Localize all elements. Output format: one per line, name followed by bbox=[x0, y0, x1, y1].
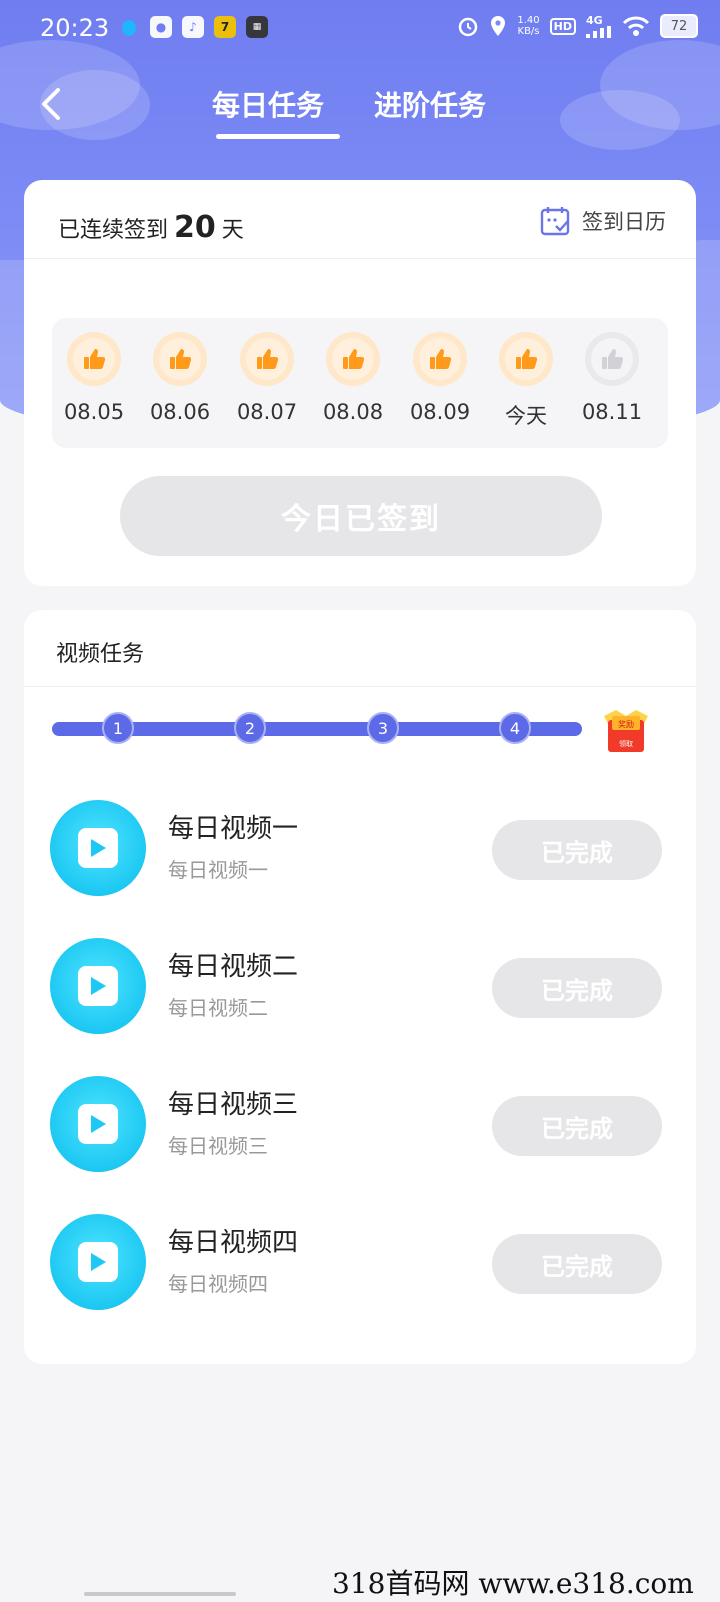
reward-top-label: 奖励 bbox=[618, 719, 634, 729]
day-label: 08.05 bbox=[63, 400, 125, 424]
signin-streak: 已连续签到 20 天 bbox=[58, 210, 244, 245]
signin-calendar-link[interactable]: 签到日历 bbox=[540, 206, 666, 236]
thumbs-up-icon bbox=[602, 349, 624, 369]
task-subtitle: 每日视频一 bbox=[168, 858, 268, 882]
task-subtitle: 每日视频四 bbox=[168, 1272, 268, 1296]
task-title: 每日视频四 bbox=[168, 1228, 299, 1258]
progress-node: 2 bbox=[234, 712, 266, 744]
task-subtitle: 每日视频二 bbox=[168, 996, 268, 1020]
section-title: 视频任务 bbox=[56, 642, 145, 667]
streak-prefix: 已连续签到 bbox=[58, 218, 169, 243]
signin-days-row: 08.05 08.06 08.07 08.08 08.09 今天 08.11 bbox=[52, 318, 668, 448]
signin-day-upcoming: 08.11 bbox=[572, 332, 652, 424]
streak-suffix: 天 bbox=[221, 218, 244, 243]
home-indicator[interactable] bbox=[84, 1592, 236, 1596]
thumbs-up-icon bbox=[84, 349, 106, 369]
signin-day: 08.09 bbox=[400, 332, 480, 424]
thumbs-up-icon bbox=[343, 349, 365, 369]
task-title: 每日视频一 bbox=[168, 814, 299, 844]
card-divider bbox=[24, 686, 696, 687]
thumbs-up-icon bbox=[170, 349, 192, 369]
task-completed-button[interactable]: 已完成 bbox=[492, 820, 662, 880]
video-play-icon bbox=[50, 800, 146, 896]
streak-days: 20 bbox=[174, 210, 216, 245]
video-play-icon bbox=[50, 938, 146, 1034]
task-completed-button[interactable]: 已完成 bbox=[492, 958, 662, 1018]
active-tab-indicator bbox=[216, 134, 340, 139]
reward-bottom-label: 领取 bbox=[619, 739, 633, 748]
status-right-icons: 1.40 KB/s HD 4G 72 bbox=[457, 14, 698, 38]
progress-node: 3 bbox=[367, 712, 399, 744]
signin-card: 已连续签到 20 天 签到日历 08.05 08.06 08.07 08.08 08… bbox=[24, 180, 696, 586]
task-row: 每日视频二 每日视频二 已完成 bbox=[24, 928, 696, 1038]
signal-icon bbox=[586, 25, 611, 38]
task-row: 每日视频三 每日视频三 已完成 bbox=[24, 1066, 696, 1176]
video-tasks-card: 视频任务 1 2 3 4 奖励 领取 每日视频一 每日视频一 已完成 每日视频二… bbox=[24, 610, 696, 1364]
alarm-icon bbox=[459, 17, 478, 37]
day-label: 08.06 bbox=[149, 400, 211, 424]
net-speed-value: 1.40 bbox=[517, 15, 540, 26]
location-icon bbox=[491, 16, 506, 36]
day-label: 08.11 bbox=[581, 400, 643, 424]
day-label: 今天 bbox=[505, 404, 547, 428]
seven-app-icon: 7 bbox=[214, 16, 236, 38]
thumbs-up-icon bbox=[257, 349, 279, 369]
tab-advanced-tasks[interactable]: 进阶任务 bbox=[374, 84, 486, 124]
video-play-icon bbox=[50, 1214, 146, 1310]
music-app-icon: ♪ bbox=[182, 16, 204, 38]
thumbs-up-icon bbox=[430, 349, 452, 369]
network-type: 4G bbox=[586, 13, 603, 27]
cellular-signal: 4G bbox=[586, 15, 612, 38]
signin-day: 08.08 bbox=[313, 332, 393, 424]
wifi-icon bbox=[622, 16, 650, 36]
day-label: 08.09 bbox=[409, 400, 471, 424]
task-tabs: 每日任务 进阶任务 bbox=[0, 84, 720, 144]
status-time: 20:23 bbox=[40, 14, 110, 42]
net-speed: 1.40 KB/s bbox=[517, 15, 539, 37]
card-divider bbox=[24, 258, 696, 259]
task-title: 每日视频二 bbox=[168, 952, 299, 982]
task-row: 每日视频四 每日视频四 已完成 bbox=[24, 1204, 696, 1314]
tab-daily-tasks[interactable]: 每日任务 bbox=[212, 84, 324, 124]
battery-indicator: 72 bbox=[660, 14, 698, 38]
site-watermark: 318首码网 www.e318.com bbox=[332, 1567, 694, 1600]
day-label: 08.07 bbox=[236, 400, 298, 424]
task-title: 每日视频三 bbox=[168, 1090, 299, 1120]
signin-day-today: 今天 bbox=[486, 332, 566, 430]
thumbs-up-icon bbox=[516, 349, 538, 369]
calendar-icon bbox=[540, 207, 570, 236]
video-app-icon: ▦ bbox=[246, 16, 268, 38]
task-completed-button[interactable]: 已完成 bbox=[492, 1096, 662, 1156]
baidu-app-icon: ● bbox=[150, 16, 172, 38]
status-bar: 20:23 ● ♪ 7 ▦ 1.40 KB/s HD 4G 72 bbox=[0, 0, 720, 56]
progress-node: 1 bbox=[102, 712, 134, 744]
signin-day: 08.06 bbox=[140, 332, 220, 424]
notification-icons: ● ♪ 7 ▦ bbox=[118, 16, 268, 38]
notification-bird-icon bbox=[122, 20, 136, 36]
hd-badge: HD bbox=[549, 17, 576, 35]
signin-day: 08.05 bbox=[54, 332, 134, 424]
progress-node: 4 bbox=[499, 712, 531, 744]
net-speed-unit: KB/s bbox=[517, 26, 540, 37]
signed-in-button[interactable]: 今日已签到 bbox=[120, 476, 602, 556]
signin-day: 08.07 bbox=[227, 332, 307, 424]
day-label: 08.08 bbox=[322, 400, 384, 424]
reward-gift-icon[interactable]: 奖励 领取 bbox=[600, 708, 652, 754]
calendar-label: 签到日历 bbox=[582, 210, 666, 234]
task-row: 每日视频一 每日视频一 已完成 bbox=[24, 790, 696, 900]
task-completed-button[interactable]: 已完成 bbox=[492, 1234, 662, 1294]
video-play-icon bbox=[50, 1076, 146, 1172]
task-subtitle: 每日视频三 bbox=[168, 1134, 268, 1158]
battery-level: 72 bbox=[670, 18, 688, 34]
